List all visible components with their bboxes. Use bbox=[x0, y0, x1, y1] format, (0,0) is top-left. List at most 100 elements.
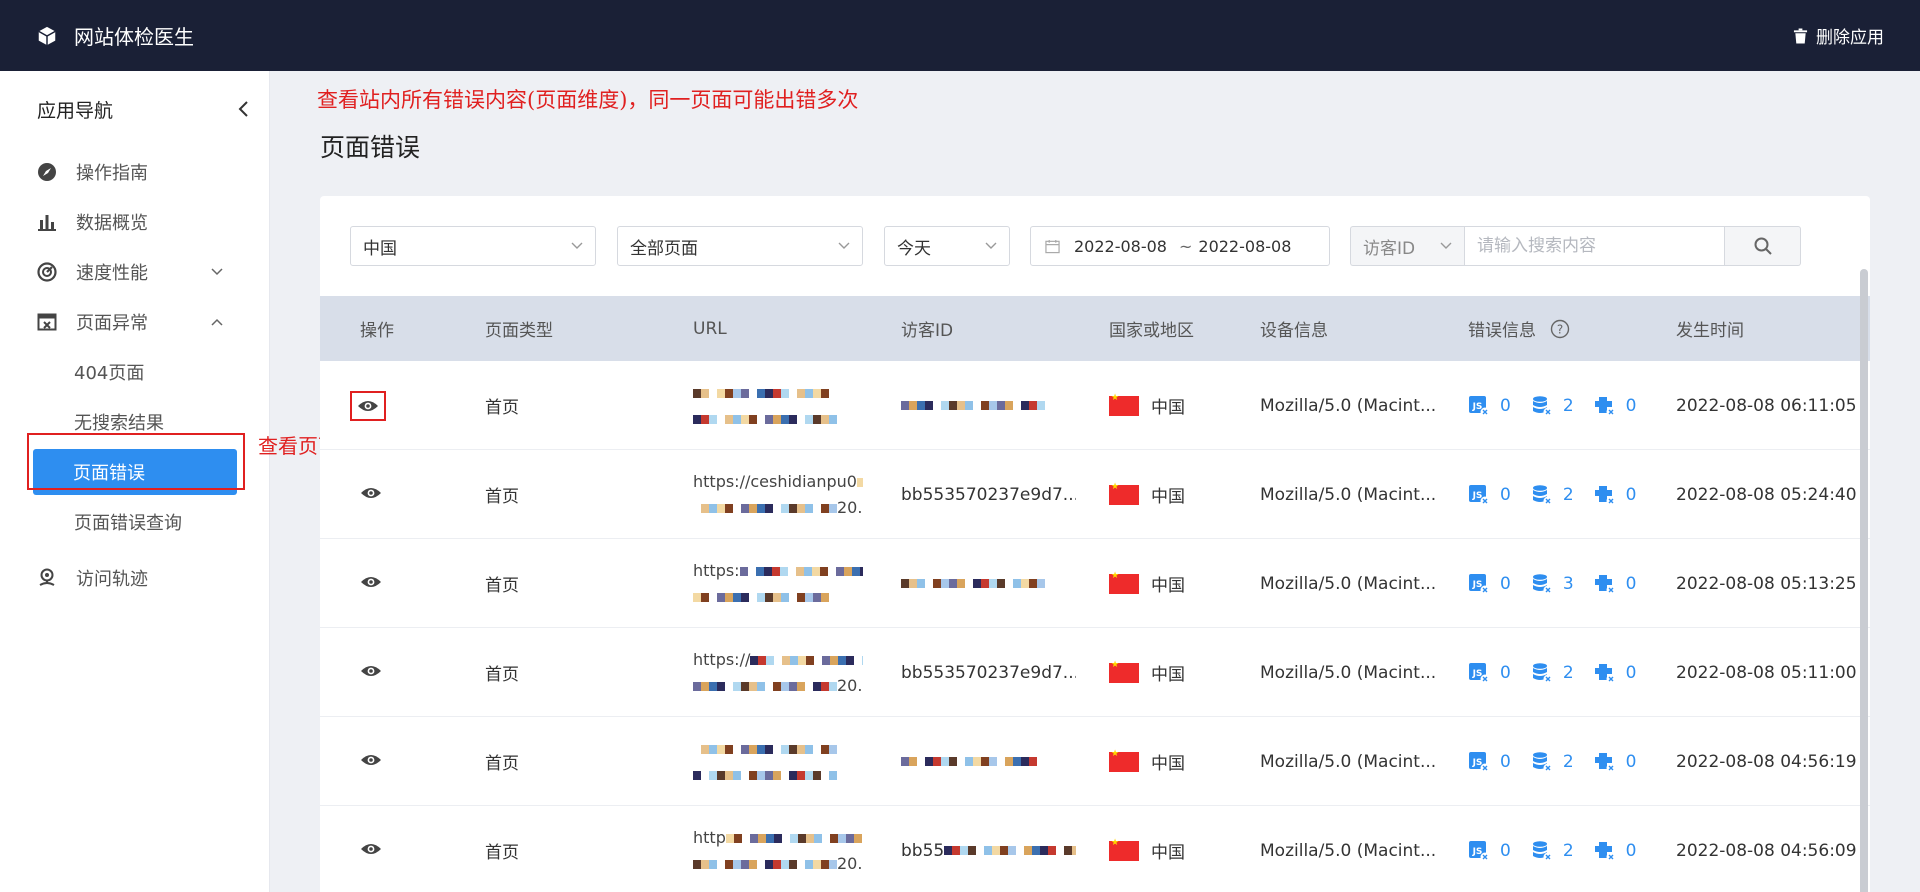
redaction-pixel bbox=[806, 655, 815, 665]
resource-error-icon[interactable] bbox=[1594, 662, 1616, 684]
redaction-pixel bbox=[771, 566, 780, 576]
visitor-id-cell: bb553570237e9d7... bbox=[901, 628, 1076, 717]
redaction-pixel bbox=[925, 579, 933, 588]
redaction-pixel bbox=[749, 389, 757, 398]
redaction-pixel bbox=[757, 833, 766, 843]
table-row: 首页 中国 Mozilla/5.0 (Macint... JS 0 2 0 20… bbox=[320, 361, 1870, 450]
js-error-icon[interactable]: JS bbox=[1468, 751, 1490, 773]
redaction-pixel bbox=[917, 579, 925, 588]
redaction-pixel bbox=[781, 414, 789, 424]
redaction-pixel bbox=[741, 744, 749, 754]
search-icon bbox=[1754, 237, 1772, 255]
redaction-pixel bbox=[717, 388, 725, 398]
redaction-pixel bbox=[1037, 757, 1045, 766]
redaction-pixel bbox=[790, 655, 799, 665]
redaction-pixel bbox=[813, 681, 821, 691]
view-error-button[interactable] bbox=[360, 752, 382, 772]
search-input[interactable] bbox=[1464, 226, 1725, 266]
api-error-icon[interactable] bbox=[1531, 840, 1553, 862]
redaction-pixel bbox=[750, 655, 759, 665]
sidebar-item-visit-track[interactable]: 访问轨迹 bbox=[0, 553, 269, 603]
sidebar-item-performance[interactable]: 速度性能 bbox=[0, 247, 269, 297]
js-error-icon[interactable]: JS bbox=[1468, 662, 1490, 684]
country-cell: 中国 bbox=[1109, 539, 1185, 628]
page-title: 页面错误 bbox=[320, 133, 421, 162]
search-type-select[interactable]: 访客ID bbox=[1350, 226, 1464, 266]
collapse-sidebar-icon[interactable] bbox=[237, 100, 249, 118]
resource-error-icon[interactable] bbox=[1594, 840, 1616, 862]
page-scope-select[interactable]: 全部页面 bbox=[617, 226, 863, 266]
resource-error-icon[interactable] bbox=[1594, 484, 1616, 506]
view-error-button[interactable] bbox=[360, 574, 382, 594]
redaction-pixel bbox=[788, 567, 796, 576]
sidebar-subitem-page-error-query[interactable]: 页面错误查询 bbox=[0, 497, 269, 547]
redaction-pixel bbox=[933, 579, 941, 588]
vertical-scrollbar[interactable] bbox=[1860, 269, 1868, 892]
device-cell: Mozilla/5.0 (Macint... bbox=[1260, 751, 1437, 772]
redaction-pixel bbox=[789, 859, 797, 869]
resource-error-icon[interactable] bbox=[1594, 395, 1616, 417]
redaction-pixel bbox=[773, 504, 781, 513]
view-error-button[interactable] bbox=[360, 485, 382, 505]
api-error-icon[interactable] bbox=[1531, 662, 1553, 684]
country-cell: 中国 bbox=[1109, 361, 1185, 450]
time-cell: 2022-08-08 06:11:05 bbox=[1676, 395, 1857, 416]
url-cell[interactable]: https:// 20.cemsaas.cn/?th... bbox=[693, 628, 863, 717]
period-select[interactable]: 今天 bbox=[884, 226, 1010, 266]
url-cell[interactable]: http 20.cemsaas.cn/?th... bbox=[693, 806, 863, 892]
redaction-pixel bbox=[813, 770, 821, 780]
view-error-button[interactable] bbox=[350, 390, 386, 421]
api-error-icon[interactable] bbox=[1531, 751, 1553, 773]
speedometer-icon bbox=[36, 261, 58, 283]
column-header-action: 操作 bbox=[360, 321, 394, 341]
url-cell[interactable] bbox=[693, 717, 863, 806]
js-error-icon[interactable]: JS bbox=[1468, 484, 1490, 506]
delete-app-button[interactable]: 删除应用 bbox=[1793, 0, 1884, 71]
chevron-down-icon bbox=[211, 268, 223, 276]
date-range-picker[interactable]: 2022-08-08 ~ 2022-08-08 bbox=[1030, 226, 1330, 266]
redaction-pixel bbox=[1000, 846, 1009, 855]
js-error-icon[interactable]: JS bbox=[1468, 395, 1490, 417]
redaction-pixel bbox=[725, 770, 733, 780]
url-line-2: 20.cemsaas.cn/?th... bbox=[693, 495, 863, 521]
sidebar: 应用导航 操作指南 数据概览 速度性能 页面异常 404页面 无搜索结果 页面错… bbox=[0, 71, 270, 892]
sidebar-item-guide[interactable]: 操作指南 bbox=[0, 147, 269, 197]
resource-error-icon[interactable] bbox=[1594, 573, 1616, 595]
redaction-pixel bbox=[1024, 846, 1033, 855]
sidebar-header: 应用导航 bbox=[0, 71, 269, 147]
search-button[interactable] bbox=[1725, 226, 1801, 266]
resource-error-icon[interactable] bbox=[1594, 751, 1616, 773]
redaction-pixel bbox=[862, 834, 863, 843]
view-error-button[interactable] bbox=[360, 841, 382, 861]
js-error-icon[interactable]: JS bbox=[1468, 840, 1490, 862]
sidebar-item-overview[interactable]: 数据概览 bbox=[0, 197, 269, 247]
sidebar-item-page-exception[interactable]: 页面异常 bbox=[0, 297, 269, 347]
view-error-button[interactable] bbox=[360, 663, 382, 683]
time-cell: 2022-08-08 05:11:00 bbox=[1676, 662, 1857, 683]
redaction-pixel bbox=[989, 401, 997, 410]
api-error-icon[interactable] bbox=[1531, 573, 1553, 595]
redaction-pixel bbox=[773, 833, 782, 843]
china-flag-icon bbox=[1109, 482, 1139, 505]
url-line-1: https: bbox=[693, 558, 863, 584]
redaction-pixel bbox=[693, 681, 701, 691]
help-circle-icon[interactable]: ? bbox=[1550, 319, 1570, 339]
redaction-pixel bbox=[725, 682, 733, 691]
js-error-icon[interactable]: JS bbox=[1468, 573, 1490, 595]
period-select-value: 今天 bbox=[897, 238, 931, 259]
api-error-icon[interactable] bbox=[1531, 484, 1553, 506]
url-cell[interactable]: https: bbox=[693, 539, 863, 628]
redaction-pixel bbox=[755, 566, 764, 576]
url-cell[interactable] bbox=[693, 361, 863, 450]
api-error-icon[interactable] bbox=[1531, 395, 1553, 417]
url-cell[interactable]: https://ceshidianpu0 20.cemsaas.cn/?th..… bbox=[693, 450, 863, 539]
redaction-pixel bbox=[781, 592, 789, 602]
eye-icon bbox=[361, 843, 381, 854]
redaction-pixel bbox=[733, 414, 741, 424]
redaction-pixel bbox=[944, 846, 953, 855]
redaction-pixel bbox=[781, 771, 789, 780]
region-select[interactable]: 中国 bbox=[350, 226, 596, 266]
url-line-2: 20.cemsaas.cn/?th... bbox=[693, 851, 863, 877]
table-row: 首页 https://ceshidianpu0 20.cemsaas.cn/?t… bbox=[320, 450, 1870, 539]
sidebar-subitem-404[interactable]: 404页面 bbox=[0, 347, 269, 397]
